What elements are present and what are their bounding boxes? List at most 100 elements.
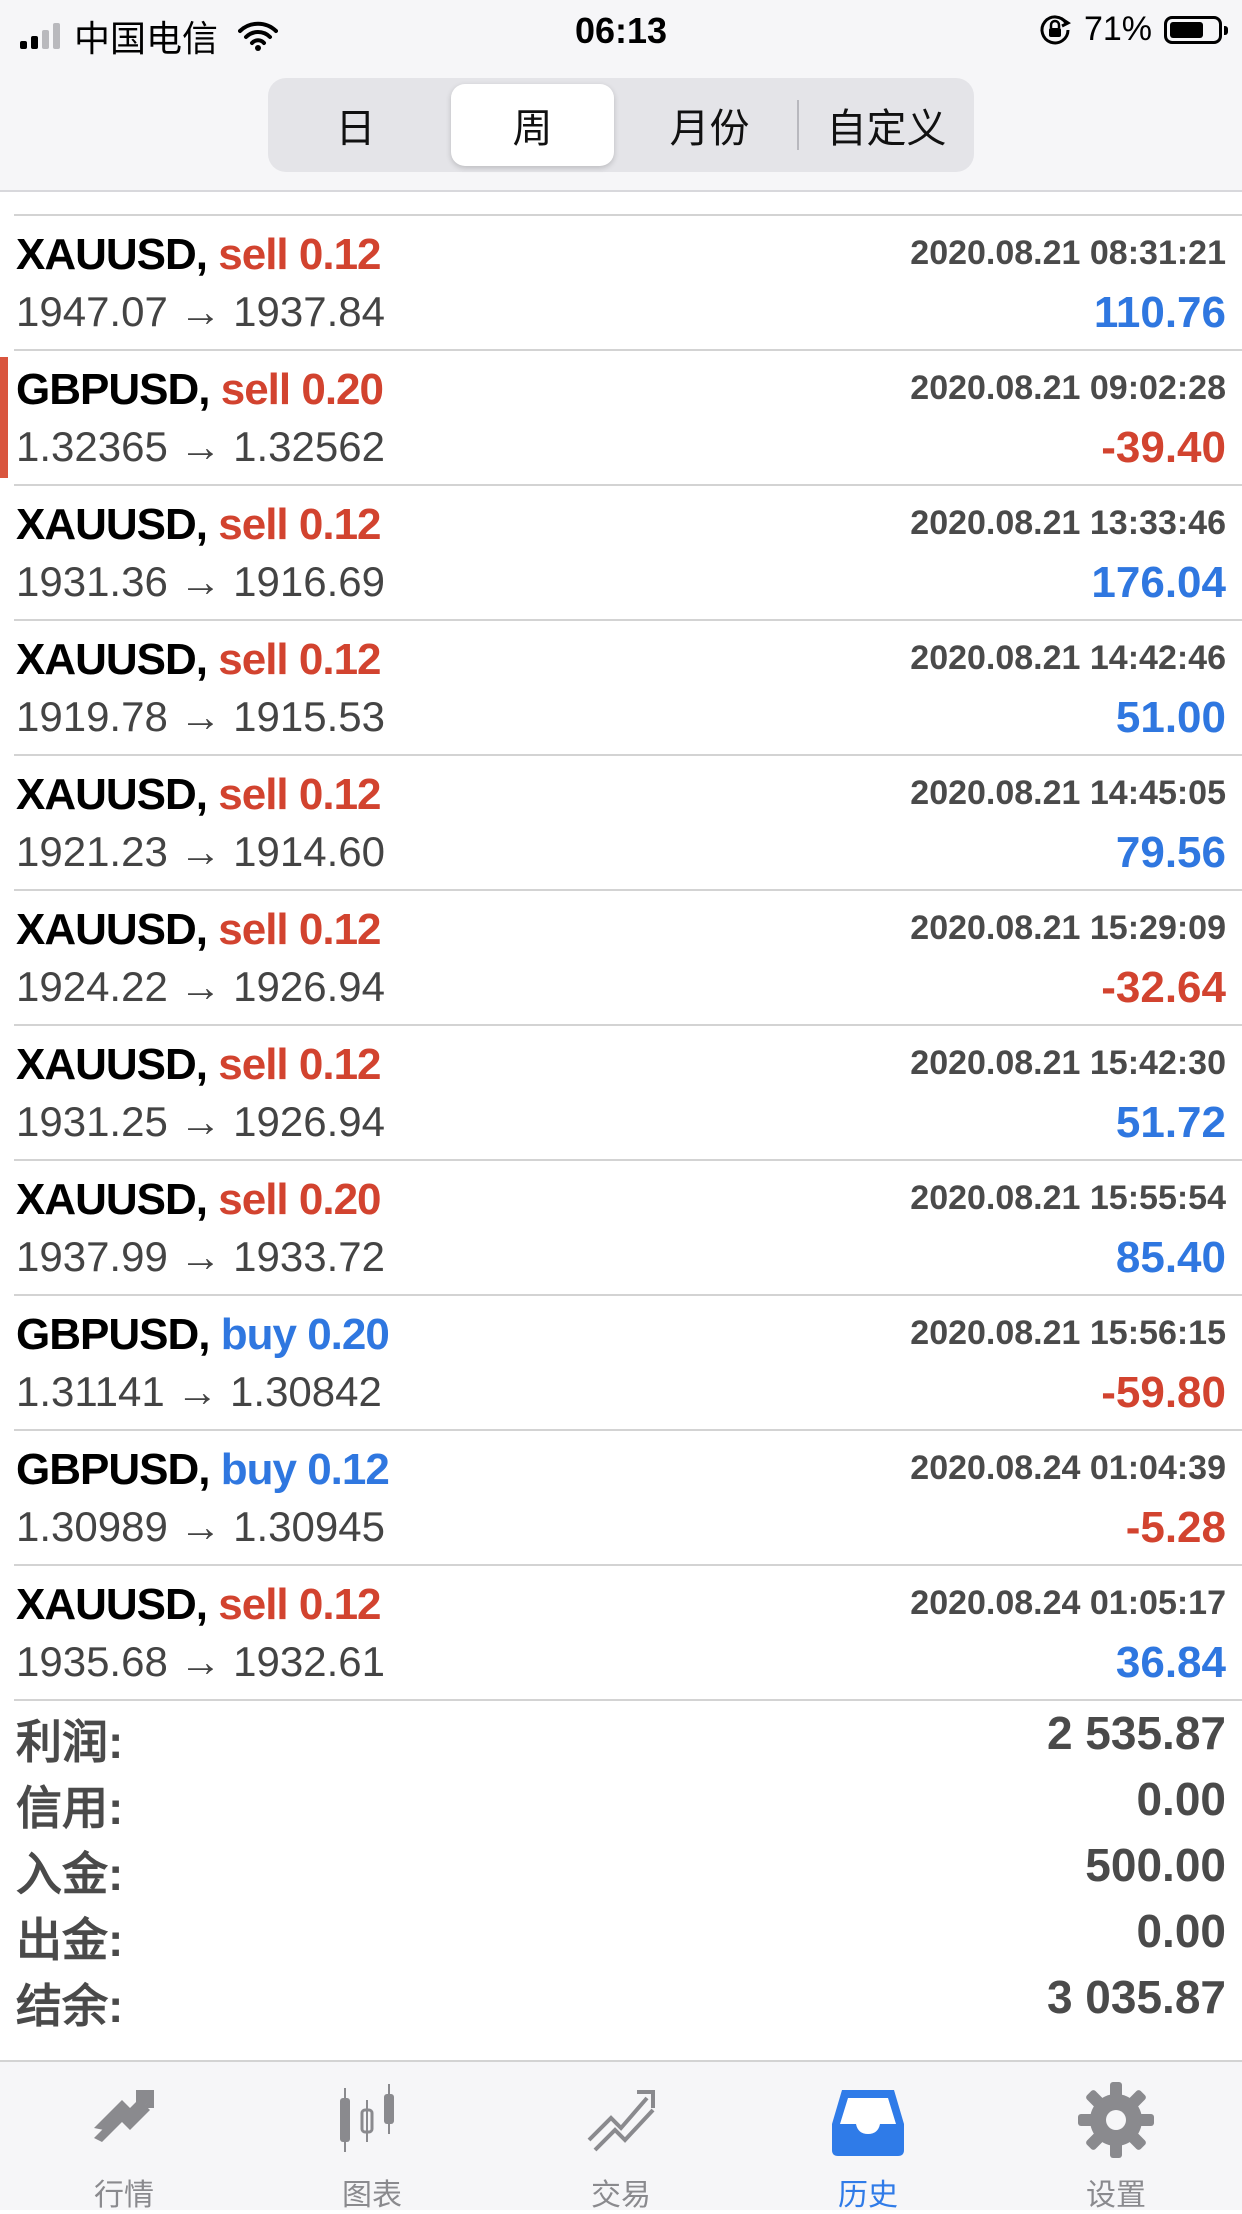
battery-icon [1164,15,1228,44]
history-icon [832,2090,904,2156]
summary-label: 信用: [16,1782,124,1834]
trade-symbol: XAUUSD, [16,1580,208,1629]
summary-value: 0.00 [1136,1773,1226,1825]
account-summary: 利润: 2 535.87 信用: 0.00 入金: 500.00 出金: 0.00 结余: 3 0… [0,1700,1242,2032]
tab-chart[interactable]: 图表 [292,2080,452,2214]
trade-header: GBPUSD, buy 0.12 [16,1445,390,1495]
trade-profit: 51.72 [1115,1098,1226,1147]
trade-row[interactable]: XAUUSD, sell 0.12 2020.08.21 14:42:46 1919… [14,621,1242,756]
trade-time: 2020.08.21 15:56:15 [910,1314,1226,1352]
summary-label: 出金: [16,1914,124,1966]
bottom-tab-bar: 行情 图表 交易 历史 设置 [0,2060,1242,2212]
tab-settings[interactable]: 设置 [1036,2080,1196,2214]
tab-quotes[interactable]: 行情 [44,2080,204,2214]
period-tab-3[interactable]: 自定义 [805,84,968,166]
trade-time: 2020.08.21 14:45:05 [910,774,1226,812]
period-bar: 日周月份 自定义 [0,62,1242,192]
trade-profit: 51.00 [1115,693,1226,742]
trade-symbol: GBPUSD, [16,1445,210,1494]
trade-header: XAUUSD, sell 0.12 [16,1580,382,1630]
trade-row[interactable]: GBPUSD, sell 0.20 2020.08.21 09:02:28 1.32… [0,351,1242,486]
status-right-group: 71% [1038,10,1228,49]
trade-symbol: GBPUSD, [16,365,210,414]
period-tab-1[interactable]: 周 [451,84,614,166]
trade-volume: 0.12 [298,500,382,549]
trade-time: 2020.08.21 14:42:46 [910,639,1226,677]
trade-profit: 176.04 [1091,558,1226,607]
trade-time: 2020.08.21 08:31:21 [910,234,1226,272]
trade-side: sell [218,500,288,549]
trade-row[interactable]: XAUUSD, sell 0.12 2020.08.21 08:31:21 1947… [14,216,1242,351]
trade-prices: 1947.07 → 1937.84 [16,288,385,335]
trade-prices: 1.31141 → 1.30842 [16,1368,382,1415]
trade-profit: -59.80 [1101,1368,1226,1417]
trade-profit: -5.28 [1125,1503,1226,1552]
tab-history-label: 历史 [838,2179,898,2212]
trade-volume: 0.20 [298,1175,382,1224]
summary-row: 入金: 500.00 [0,1832,1242,1900]
summary-label: 入金: [16,1848,124,1900]
quotes-icon [94,2090,154,2142]
trade-time: 2020.08.21 15:42:30 [910,1044,1226,1082]
trade-header: XAUUSD, sell 0.12 [16,500,382,550]
trade-profit: 36.84 [1115,1638,1226,1687]
trade-side: sell [220,365,291,414]
trade-prices: 1931.25 → 1926.94 [16,1098,385,1145]
period-segmented-control: 日周月份 自定义 [268,78,974,172]
summary-label: 结余: [16,1980,124,2032]
trade-volume: 0.12 [298,770,382,819]
trade-side: sell [218,1175,288,1224]
trade-prices: 1931.36 → 1916.69 [16,558,385,605]
trade-prices: 1.32365 → 1.32562 [16,423,385,470]
trade-header: XAUUSD, sell 0.12 [16,770,382,820]
summary-label: 利润: [16,1716,124,1768]
trade-volume: 0.20 [301,365,384,414]
trade-volume: 0.12 [298,635,382,684]
summary-row: 利润: 2 535.87 [0,1700,1242,1768]
tab-quotes-label: 行情 [94,2179,154,2212]
trade-time: 2020.08.24 01:05:17 [910,1584,1226,1622]
status-bar: 中国电信 06:13 71% [0,0,1242,62]
trade-symbol: XAUUSD, [16,770,208,819]
trade-row[interactable]: XAUUSD, sell 0.20 2020.08.21 15:55:54 1937… [14,1161,1242,1296]
segment-separator [797,100,799,150]
trade-prices: 1921.23 → 1914.60 [16,828,385,875]
tab-chart-label: 图表 [342,2179,402,2212]
trade-volume: 0.12 [298,1040,382,1089]
trade-prices: 1937.99 → 1933.72 [16,1233,385,1280]
tab-trade[interactable]: 交易 [541,2080,701,2214]
trade-side: sell [218,1040,288,1089]
trade-row[interactable]: XAUUSD, sell 0.12 2020.08.24 01:05:17 1935… [14,1566,1242,1701]
trade-row[interactable]: GBPUSD, buy 0.20 2020.08.21 15:56:15 1.311… [14,1296,1242,1431]
tab-history[interactable]: 历史 [788,2080,948,2214]
battery-percent: 71% [1083,10,1152,48]
trade-row[interactable]: XAUUSD, sell 0.12 2020.08.21 13:33:46 1931… [14,486,1242,621]
trade-header: XAUUSD, sell 0.12 [16,1040,382,1090]
trade-side: sell [218,770,288,819]
trade-header: GBPUSD, buy 0.20 [16,1310,390,1360]
trade-volume: 0.12 [298,905,382,954]
trade-profit: 85.40 [1115,1233,1226,1282]
settings-icon [1078,2082,1154,2158]
trade-volume: 0.12 [307,1445,390,1494]
trade-header: XAUUSD, sell 0.20 [16,1175,382,1225]
trade-side: buy [220,1310,297,1359]
trade-row[interactable]: XAUUSD, sell 0.12 2020.08.21 15:29:09 1924… [14,891,1242,1026]
trade-symbol: XAUUSD, [16,230,208,279]
period-tab-2[interactable]: 月份 [628,84,791,166]
summary-row: 结余: 3 035.87 [0,1964,1242,2032]
summary-value: 3 035.87 [1046,1971,1226,2023]
trade-row[interactable]: XAUUSD, sell 0.12 2020.08.21 14:45:05 1921… [14,756,1242,891]
period-tab-0[interactable]: 日 [274,84,437,166]
trade-side: sell [218,635,288,684]
trade-history-list[interactable]: XAUUSD, sell 0.12 2020.08.21 08:31:21 1947… [0,192,1242,1701]
trade-profit: 79.56 [1115,828,1226,877]
trade-header: GBPUSD, sell 0.20 [16,365,384,415]
trade-time: 2020.08.21 15:29:09 [910,909,1226,947]
trade-side: sell [218,1580,288,1629]
trade-row[interactable]: XAUUSD, sell 0.12 2020.08.21 15:42:30 1931… [14,1026,1242,1161]
orientation-lock-icon [1040,14,1071,44]
trade-side: buy [220,1445,297,1494]
trade-row[interactable]: GBPUSD, buy 0.12 2020.08.24 01:04:39 1.309… [14,1431,1242,1566]
trade-prices: 1924.22 → 1926.94 [16,963,385,1010]
